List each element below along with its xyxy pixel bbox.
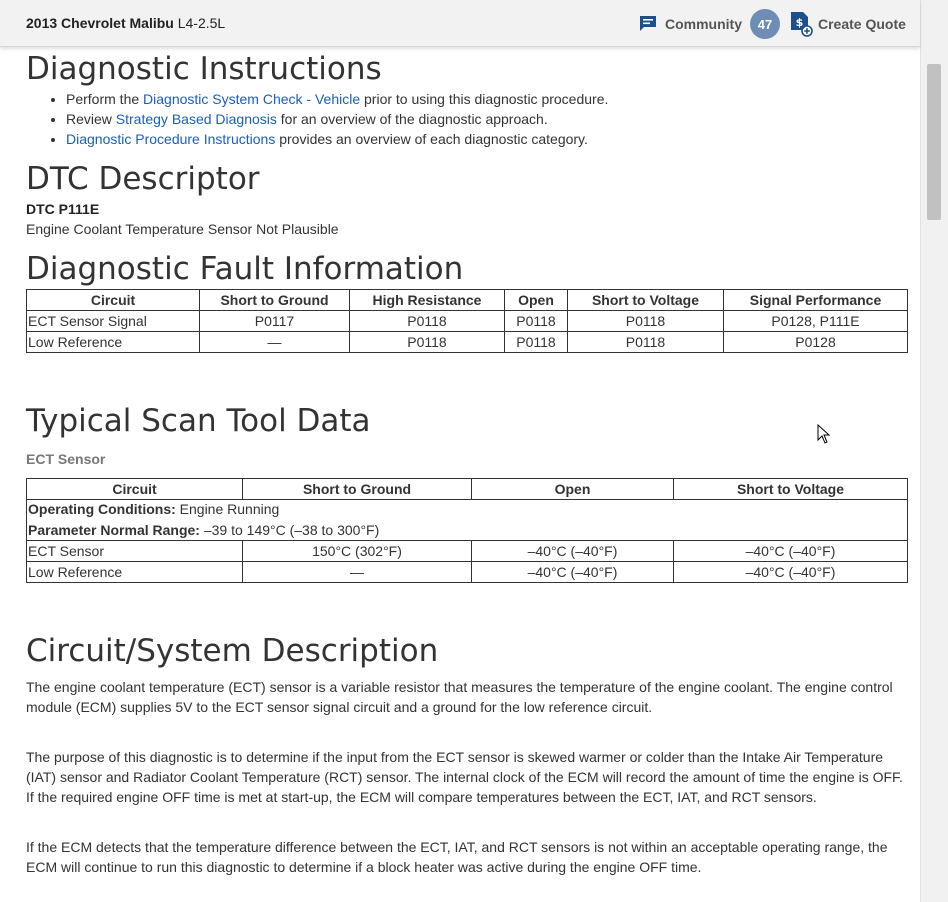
description-paragraph: The purpose of this diagnostic is to det… (26, 749, 903, 805)
table-cell: — (242, 561, 472, 583)
engine-spec: L4-2.5L (177, 15, 226, 31)
diagnostic-instructions-heading: Diagnostic Instructions (26, 51, 382, 87)
table-cell: P0118 (567, 310, 724, 332)
vertical-scrollbar[interactable] (920, 0, 948, 902)
conditions-label: Operating Conditions: (28, 501, 176, 517)
mouse-cursor-icon (817, 424, 831, 444)
chat-icon (640, 16, 656, 31)
table-cell: –40°C (–40°F) (673, 540, 908, 562)
main-content: Diagnostic Instructions Perform the Diag… (26, 46, 908, 877)
dtc-code: DTC P111E (26, 201, 100, 217)
table-cell: P0118 (567, 331, 724, 353)
table-cell: ECT Sensor (26, 540, 243, 562)
community-button[interactable]: Community 47 (638, 9, 780, 39)
table-cell: Low Reference (26, 331, 200, 353)
list-item: Diagnostic Procedure Instructions provid… (66, 129, 908, 149)
diagnostic-system-check-link[interactable]: Diagnostic System Check - Vehicle (143, 91, 360, 107)
instruction-list: Perform the Diagnostic System Check - Ve… (26, 89, 908, 149)
table-row: Operating Conditions: Engine Running Par… (26, 499, 908, 541)
table-cell: –40°C (–40°F) (471, 561, 674, 583)
column-header: Signal Performance (723, 289, 908, 311)
table-header-row: Circuit Short to Ground High Resistance … (26, 289, 908, 311)
list-item: Review Strategy Based Diagnosis for an o… (66, 109, 908, 129)
column-header: Short to Ground (242, 478, 472, 500)
create-quote-button[interactable]: $ Create Quote (789, 11, 906, 37)
strategy-based-diagnosis-link[interactable]: Strategy Based Diagnosis (116, 111, 277, 127)
circuit-description-heading: Circuit/System Description (26, 633, 439, 669)
dtc-descriptor-heading: DTC Descriptor (26, 161, 260, 197)
column-header: Open (504, 289, 568, 311)
community-count-badge: 47 (750, 9, 780, 39)
column-header: Circuit (26, 478, 243, 500)
conditions-value: Engine Running (175, 501, 280, 517)
scrollbar-thumb[interactable] (927, 64, 941, 220)
table-cell: –40°C (–40°F) (471, 540, 674, 562)
column-header: Short to Voltage (567, 289, 724, 311)
table-cell: P0128 (723, 331, 908, 353)
table-row: Low Reference — –40°C (–40°F) –40°C (–40… (26, 561, 908, 583)
table-row: ECT Sensor Signal P0117 P0118 P0118 P011… (26, 310, 908, 332)
column-header: Short to Ground (199, 289, 350, 311)
table-cell: P0128, P111E (723, 310, 908, 332)
community-label: Community (665, 16, 742, 32)
svg-text:$: $ (796, 16, 804, 29)
table-row: ECT Sensor 150°C (302°F) –40°C (–40°F) –… (26, 540, 908, 562)
scan-subtitle: ECT Sensor (26, 451, 106, 467)
vehicle-title: 2013 Chevrolet Malibu L4-2.5L (26, 15, 225, 31)
table-cell: P0118 (349, 331, 505, 353)
table-row: Low Reference — P0118 P0118 P0118 P0128 (26, 331, 908, 353)
conditions-cell: Operating Conditions: Engine Running Par… (26, 499, 908, 541)
range-label: Parameter Normal Range: (28, 522, 200, 538)
table-cell: Low Reference (26, 561, 243, 583)
column-header: High Resistance (349, 289, 505, 311)
table-cell: P0118 (504, 331, 568, 353)
table-cell: P0118 (349, 310, 505, 332)
diagnostic-procedure-instructions-link[interactable]: Diagnostic Procedure Instructions (66, 131, 275, 147)
table-cell: ECT Sensor Signal (26, 310, 200, 332)
vehicle-name: 2013 Chevrolet Malibu (26, 15, 174, 31)
dtc-description: Engine Coolant Temperature Sensor Not Pl… (26, 221, 339, 237)
top-bar: 2013 Chevrolet Malibu L4-2.5L Community … (0, 0, 920, 47)
create-quote-label: Create Quote (818, 16, 906, 32)
table-cell: –40°C (–40°F) (673, 561, 908, 583)
fault-table: Circuit Short to Ground High Resistance … (26, 289, 908, 353)
range-value: –39 to 149°C (–38 to 300°F) (199, 522, 380, 538)
column-header: Short to Voltage (673, 478, 908, 500)
table-cell: P0117 (199, 310, 350, 332)
description-paragraph: If the ECM detects that the temperature … (26, 839, 888, 875)
table-cell: P0118 (504, 310, 568, 332)
table-header-row: Circuit Short to Ground Open Short to Vo… (26, 478, 908, 500)
column-header: Circuit (26, 289, 200, 311)
list-item: Perform the Diagnostic System Check - Ve… (66, 89, 908, 109)
column-header: Open (471, 478, 674, 500)
quote-document-icon: $ (791, 12, 813, 37)
scan-tool-data-heading: Typical Scan Tool Data (26, 403, 371, 439)
fault-information-heading: Diagnostic Fault Information (26, 251, 464, 287)
description-paragraph: The engine coolant temperature (ECT) sen… (26, 679, 893, 715)
table-cell: — (199, 331, 350, 353)
table-cell: 150°C (302°F) (242, 540, 472, 562)
scan-data-table: Circuit Short to Ground Open Short to Vo… (26, 478, 908, 583)
